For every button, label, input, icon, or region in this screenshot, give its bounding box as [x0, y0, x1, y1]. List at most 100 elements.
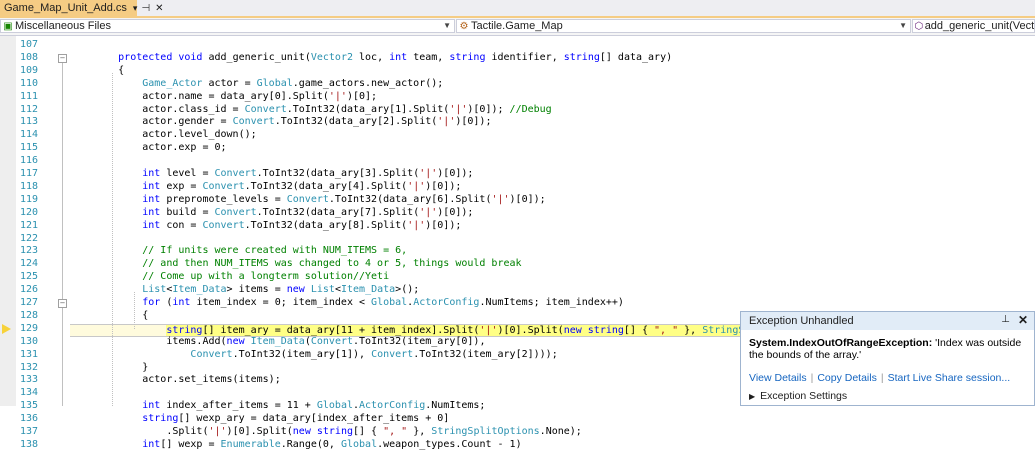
- code-line[interactable]: int exp = Convert.ToInt32(data_ary[4].Sp…: [70, 181, 1035, 194]
- code-token: string: [449, 51, 486, 63]
- code-token: )[0];: [346, 90, 378, 102]
- code-token: '|': [407, 219, 426, 231]
- line-number: 133: [19, 374, 38, 386]
- document-tab-strip: Game_Map_Unit_Add.cs ▾ ⊣ ✕: [0, 0, 1035, 18]
- pin-icon[interactable]: ⊣: [141, 3, 150, 14]
- editor-gutter: 107 108 − 109 110 111 112 113 114 115 116 117 118 119…: [0, 36, 67, 450]
- code-token: new: [286, 284, 311, 296]
- chevron-down-icon[interactable]: ▾: [133, 3, 138, 14]
- code-line[interactable]: int build = Convert.ToInt32(data_ary[7].…: [70, 207, 1035, 220]
- code-token: item_index = 0; item_index <: [190, 297, 372, 308]
- code-token: con =: [160, 219, 203, 231]
- code-token: )[0]);: [455, 116, 492, 128]
- code-line[interactable]: // and then NUM_ITEMS was changed to 4 o…: [70, 258, 1035, 271]
- code-token: actor =: [202, 77, 257, 89]
- code-token: loc,: [353, 51, 390, 63]
- project-dropdown[interactable]: ▣ Miscellaneous Files ▼: [0, 19, 455, 33]
- code-token: >();: [395, 284, 420, 296]
- code-line[interactable]: int prepromote_levels = Convert.ToInt32(…: [70, 194, 1035, 207]
- code-token: StringSplitOptions: [431, 426, 540, 437]
- line-number: 136: [19, 413, 38, 425]
- code-token: '|': [208, 426, 227, 437]
- code-token: string: [70, 413, 179, 425]
- code-line[interactable]: actor.class_id = Convert.ToInt32(data_ar…: [70, 104, 1035, 117]
- code-token: '|': [419, 168, 438, 179]
- exception-popup: Exception Unhandled ⊥ ✕ System.IndexOutO…: [740, 311, 1035, 406]
- code-line[interactable]: Game_Actor actor = Global.game_actors.ne…: [70, 78, 1035, 91]
- code-line[interactable]: List<Item_Data> items = new List<Item_Da…: [70, 284, 1035, 297]
- code-line[interactable]: [70, 155, 1035, 168]
- exception-header: Exception Unhandled ⊥ ✕: [741, 312, 1034, 330]
- code-token: .ToInt32(item_ary[0]),: [353, 335, 486, 347]
- member-dropdown-label: add_generic_unit(Vector2 l: [924, 20, 1034, 32]
- code-line[interactable]: for (int item_index = 0; item_index < Gl…: [70, 297, 1035, 310]
- code-line[interactable]: actor.level_down();: [70, 129, 1035, 142]
- member-dropdown[interactable]: ⬡ add_generic_unit(Vector2 l: [912, 19, 1035, 33]
- code-line[interactable]: [70, 233, 1035, 246]
- line-number: 120: [19, 206, 38, 218]
- code-token: level =: [160, 168, 215, 179]
- code-token: (: [160, 297, 173, 308]
- code-token: new: [226, 335, 251, 347]
- code-token: // Come up with a longterm solution//Yet…: [70, 271, 390, 283]
- exception-type: System.IndexOutOfRangeException:: [749, 337, 933, 349]
- indent-guide: [134, 292, 135, 329]
- code-line[interactable]: string[] wexp_ary = data_ary[index_after…: [70, 413, 1035, 426]
- code-token: List: [310, 284, 335, 296]
- exception-settings[interactable]: ▶ Exception Settings: [741, 384, 1034, 402]
- code-token: .None);: [539, 426, 582, 437]
- code-line[interactable]: actor.exp = 0;: [70, 142, 1035, 155]
- code-token: int: [70, 193, 161, 205]
- collapse-icon[interactable]: −: [58, 53, 67, 63]
- code-line[interactable]: {: [70, 65, 1035, 78]
- outline-line: [62, 54, 63, 406]
- line-number: 111: [19, 90, 38, 102]
- code-line[interactable]: .Split('|')[0].Split(new string[] { ", "…: [70, 426, 1035, 439]
- line-number: 135: [19, 400, 38, 412]
- code-token: int: [389, 51, 408, 63]
- tab-game-map-unit-add[interactable]: Game_Map_Unit_Add.cs ▾ ⊣ ✕: [0, 0, 164, 16]
- tab-label: Game_Map_Unit_Add.cs: [4, 2, 127, 14]
- code-token: Convert: [244, 103, 287, 115]
- collapse-icon[interactable]: −: [58, 299, 67, 308]
- code-token: .ToInt32(data_ary[3].Split(: [256, 168, 420, 179]
- code-token: int: [70, 168, 161, 179]
- code-token: )[0]);: [467, 103, 510, 115]
- pin-icon[interactable]: ⊥: [1001, 314, 1010, 325]
- code-line[interactable]: int level = Convert.ToInt32(data_ary[3].…: [70, 168, 1035, 181]
- code-line[interactable]: actor.name = data_ary[0].Split('|')[0];: [70, 91, 1035, 104]
- line-number: 137: [19, 426, 38, 437]
- code-line[interactable]: [70, 39, 1035, 52]
- line-number: 112: [19, 103, 38, 115]
- line-number: 131: [19, 348, 38, 360]
- code-token: for: [70, 297, 161, 308]
- exception-settings-label: Exception Settings: [760, 390, 848, 402]
- code-token: team,: [407, 51, 450, 63]
- code-token: Convert: [202, 219, 245, 231]
- live-share-link[interactable]: Start Live Share session...: [888, 372, 1011, 384]
- code-token: add_generic_unit(: [208, 51, 311, 63]
- close-icon[interactable]: ✕: [155, 3, 163, 14]
- view-details-link[interactable]: View Details: [749, 372, 807, 384]
- code-token: }: [70, 361, 149, 373]
- code-token: )[0]);: [425, 219, 462, 231]
- close-icon[interactable]: ✕: [1018, 313, 1028, 327]
- code-token: Item_Data: [172, 284, 227, 296]
- code-line[interactable]: // Come up with a longterm solution//Yet…: [70, 271, 1035, 284]
- code-line[interactable]: actor.gender = Convert.ToInt32(data_ary[…: [70, 116, 1035, 129]
- code-line[interactable]: // If units were created with NUM_ITEMS …: [70, 245, 1035, 258]
- code-token: new string: [292, 426, 353, 437]
- code-token: .ToInt32(data_ary[1].Split(: [286, 103, 450, 115]
- copy-details-link[interactable]: Copy Details: [817, 372, 877, 384]
- type-dropdown[interactable]: ⚙ Tactile.Game_Map ▼: [456, 19, 911, 33]
- code-token: [] data_ary): [599, 51, 673, 63]
- code-token: actor.name = data_ary[0].Split(: [70, 90, 329, 102]
- code-line[interactable]: protected void add_generic_unit(Vector2 …: [70, 52, 1035, 65]
- code-line[interactable]: int[] wexp = Enumerable.Range(0, Global.…: [70, 439, 1035, 452]
- code-token: [] {: [623, 324, 655, 336]
- code-token: Convert: [310, 335, 354, 347]
- code-line[interactable]: int con = Convert.ToInt32(data_ary[8].Sp…: [70, 220, 1035, 233]
- glyph-margin[interactable]: [0, 36, 16, 406]
- code-token: Global: [340, 438, 378, 450]
- code-token: prepromote_levels =: [160, 193, 287, 205]
